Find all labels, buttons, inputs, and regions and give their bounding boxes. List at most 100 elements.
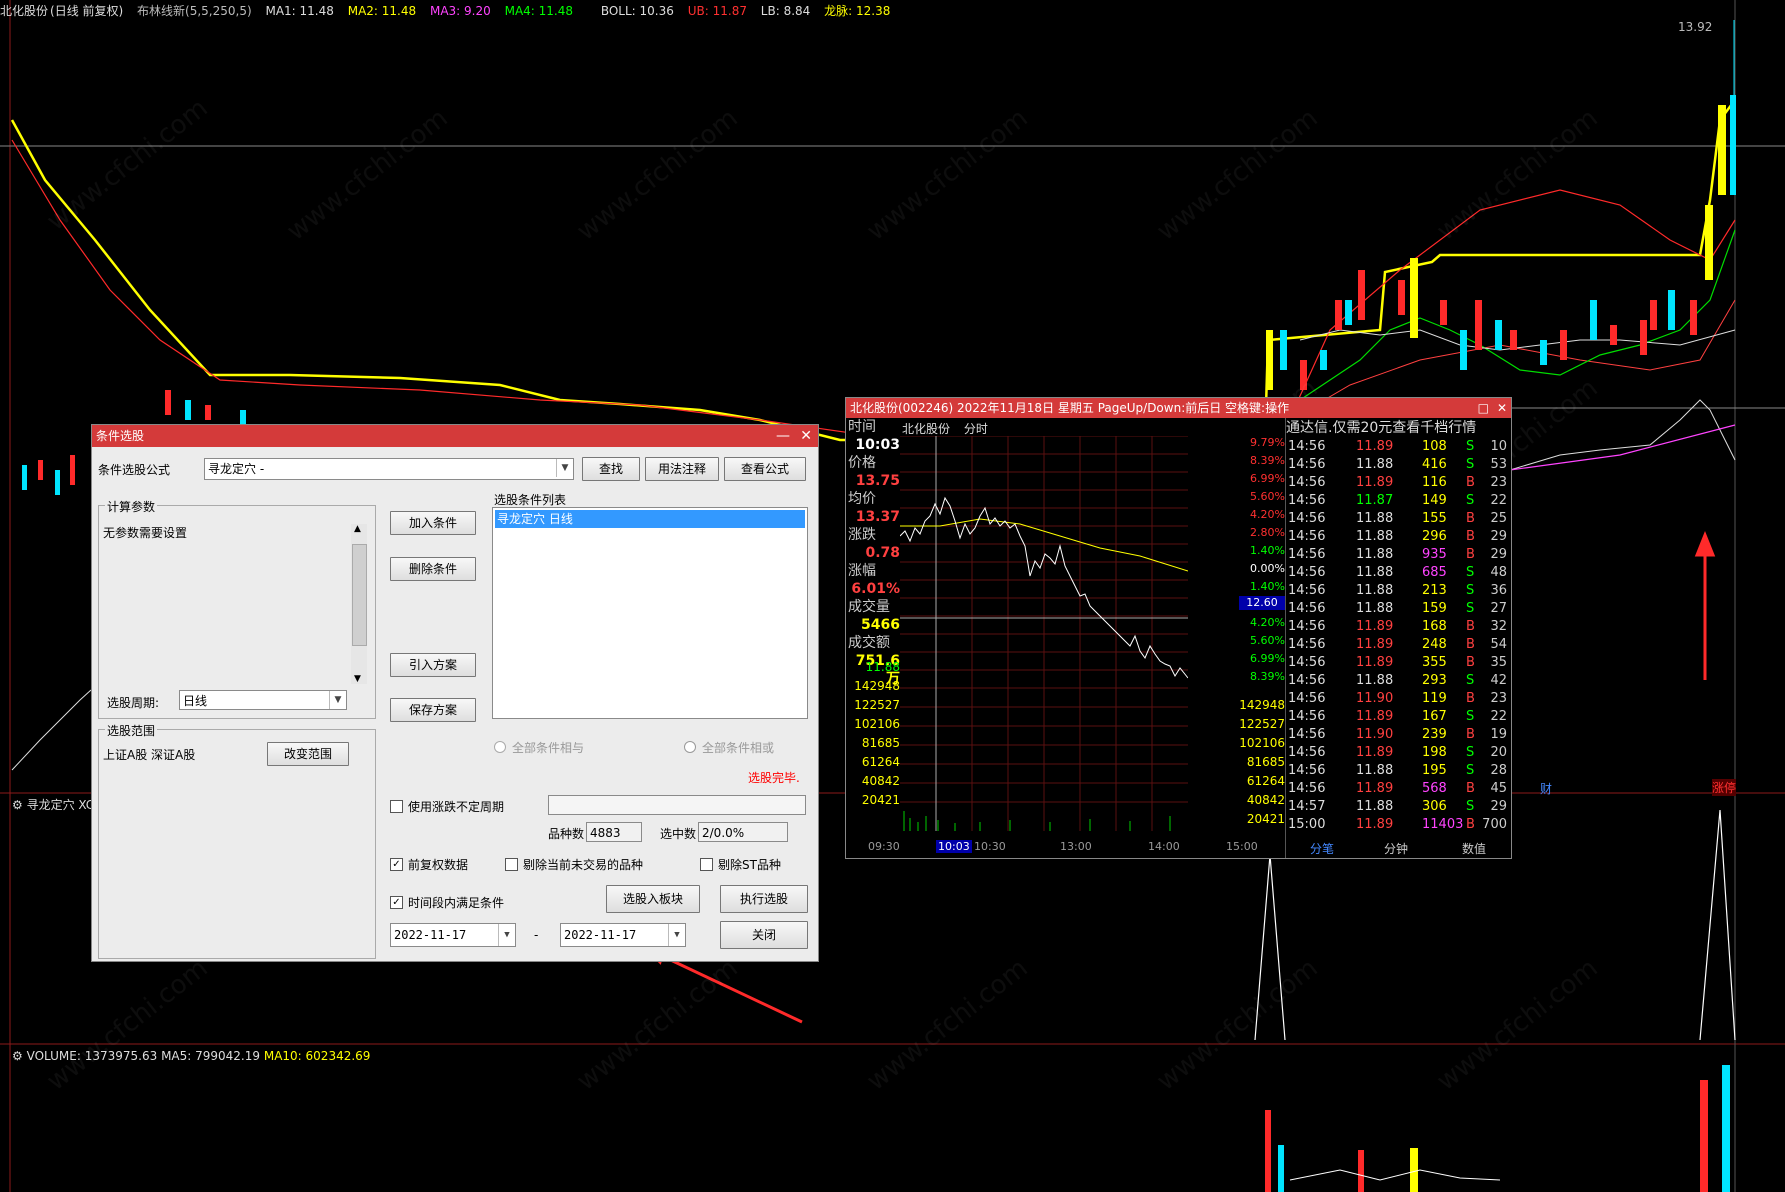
axis-label: 122527	[854, 698, 900, 712]
tick-row: 14:56 11.88 213 S 36	[1286, 582, 1511, 600]
timeshare-popup: 北化股份(002246) 2022年11月18日 星期五 PageUp/Down…	[845, 397, 1512, 859]
tab-fenzhong[interactable]: 分钟	[1384, 840, 1408, 858]
chevron-down-icon[interactable]: ▼	[668, 924, 685, 946]
tick-row: 14:56 11.88 685 S 48	[1286, 564, 1511, 582]
radio-or-label: 全部条件相或	[702, 741, 775, 755]
params-scrollbar[interactable]: ▲ ▼	[351, 524, 367, 684]
ma2-value: MA2: 11.48	[347, 4, 417, 18]
tick-count: 19	[1490, 727, 1507, 742]
chevron-up-icon[interactable]: ▲	[354, 524, 361, 534]
tick-row: 14:56 11.89 167 S 22	[1286, 708, 1511, 726]
view-formula-button[interactable]: 查看公式	[724, 457, 806, 481]
tick-row: 14:56 11.90 239 B 19	[1286, 726, 1511, 744]
period-condition-checkbox[interactable]: ✓	[390, 896, 403, 909]
add-condition-button[interactable]: 加入条件	[390, 511, 476, 535]
axis-label: 142948	[854, 679, 900, 693]
tick-volume: 213	[1422, 583, 1447, 598]
uncertain-period-input[interactable]	[548, 795, 806, 815]
high-price-label: 13.92	[1678, 20, 1713, 34]
boll-value: BOLL: 10.36	[600, 4, 674, 18]
radio-or[interactable]	[684, 741, 696, 753]
tick-row: 14:56 11.89 198 S 20	[1286, 744, 1511, 762]
tick-price: 11.89	[1356, 709, 1394, 724]
price-value: 13.75	[855, 473, 900, 489]
chevron-down-icon[interactable]: ▼	[556, 459, 573, 477]
condition-list[interactable]: 寻龙定穴 日线	[492, 507, 808, 719]
tick-time: 14:56	[1288, 637, 1326, 652]
axis-label: 6.99%	[1250, 652, 1285, 665]
to-block-button[interactable]: 选股入板块	[606, 885, 700, 913]
tick-price: 11.88	[1356, 583, 1394, 598]
tick-count: 10	[1490, 439, 1507, 454]
execute-button[interactable]: 执行选股	[720, 885, 808, 913]
chart-mode[interactable]: 分时	[964, 422, 988, 436]
exclude-untraded-label: 剔除当前未交易的品种	[523, 858, 644, 872]
ticker-title[interactable]: 通达信.仅需20元查看千档行情	[1286, 418, 1511, 438]
gear-icon[interactable]: ⚙	[12, 798, 23, 812]
chevron-down-icon[interactable]: ▼	[354, 674, 361, 684]
axis-label: 4.20%	[1250, 616, 1285, 629]
change-range-button[interactable]: 改变范围	[267, 742, 349, 766]
exclude-st-label: 剔除ST品种	[718, 858, 781, 872]
xlzx-indicator-label: ⚙ 寻龙定穴 XC	[12, 798, 95, 812]
tick-side: S	[1466, 493, 1475, 508]
tick-volume: 195	[1422, 763, 1447, 778]
price-cursor-label: 12.60	[1239, 596, 1285, 610]
save-plan-button[interactable]: 保存方案	[390, 698, 476, 722]
tick-price: 11.88	[1356, 673, 1394, 688]
uncertain-period-checkbox[interactable]	[390, 800, 403, 813]
tick-time: 14:56	[1288, 511, 1326, 526]
close-icon[interactable]: ✕	[800, 425, 812, 447]
tick-time: 14:56	[1288, 601, 1326, 616]
popup-title: 北化股份(002246) 2022年11月18日 星期五 PageUp/Down…	[850, 401, 1290, 415]
axis-label: 2.80%	[1250, 526, 1285, 539]
tick-row: 14:56 11.89 248 B 54	[1286, 636, 1511, 654]
close-icon[interactable]: ✕	[1497, 398, 1507, 418]
chevron-down-icon[interactable]: ▼	[329, 691, 346, 709]
scrollbar-thumb[interactable]	[352, 544, 367, 646]
import-plan-button[interactable]: 引入方案	[390, 653, 476, 677]
exclude-st-checkbox[interactable]	[700, 858, 713, 871]
delete-condition-button[interactable]: 删除条件	[390, 557, 476, 581]
tick-price: 11.89	[1356, 475, 1394, 490]
time-tick: 14:00	[1148, 840, 1180, 853]
condition-selection-dialog: 条件选股 — ✕ 条件选股公式 寻龙定穴 - ▼ 查找 用法注释 查看公式 计算…	[91, 424, 819, 962]
usage-button[interactable]: 用法注释	[645, 457, 719, 481]
tick-price: 11.88	[1356, 547, 1394, 562]
tick-volume: 416	[1422, 457, 1447, 472]
indicator-name[interactable]: 布林线新(5,5,250,5)	[137, 4, 252, 18]
find-button[interactable]: 查找	[582, 457, 640, 481]
close-button[interactable]: 关闭	[720, 921, 808, 949]
tick-volume: 119	[1422, 691, 1447, 706]
tab-shuju[interactable]: 数值	[1462, 840, 1486, 858]
ub-value: UB: 11.87	[687, 4, 747, 18]
tab-fenbi[interactable]: 分笔	[1310, 840, 1334, 858]
tick-volume: 239	[1422, 727, 1447, 742]
formula-select[interactable]: 寻龙定穴 - ▼	[204, 458, 574, 480]
axis-label: 40842	[1246, 793, 1285, 807]
fq-checkbox[interactable]: ✓	[390, 858, 403, 871]
range-label: 选股范围	[105, 722, 158, 739]
tick-row: 14:56 11.89 108 S 10	[1286, 438, 1511, 456]
tick-count: 54	[1490, 637, 1507, 652]
chevron-down-icon[interactable]: ▼	[498, 924, 515, 946]
gear-icon[interactable]: ⚙	[12, 1049, 23, 1063]
period-select[interactable]: 日线 ▼	[179, 690, 347, 710]
maximize-icon[interactable]: □	[1478, 398, 1489, 418]
tick-volume: 11403	[1422, 817, 1464, 832]
list-item[interactable]: 寻龙定穴 日线	[495, 510, 805, 528]
axis-label: 81685	[861, 736, 900, 750]
tick-volume: 568	[1422, 781, 1447, 796]
count-value: 4883	[586, 822, 642, 842]
tick-volume: 935	[1422, 547, 1447, 562]
radio-and[interactable]	[494, 741, 506, 753]
date-from-input[interactable]: 2022-11-17 ▼	[390, 923, 516, 947]
date-to-input[interactable]: 2022-11-17 ▼	[560, 923, 686, 947]
exclude-untraded-checkbox[interactable]	[505, 858, 518, 871]
minimize-icon[interactable]: —	[776, 425, 790, 447]
tick-row: 14:56 11.87 149 S 22	[1286, 492, 1511, 510]
tick-price: 11.88	[1356, 799, 1394, 814]
tick-count: 29	[1490, 547, 1507, 562]
tick-side: B	[1466, 529, 1475, 544]
tick-row: 14:56 11.88 155 B 25	[1286, 510, 1511, 528]
